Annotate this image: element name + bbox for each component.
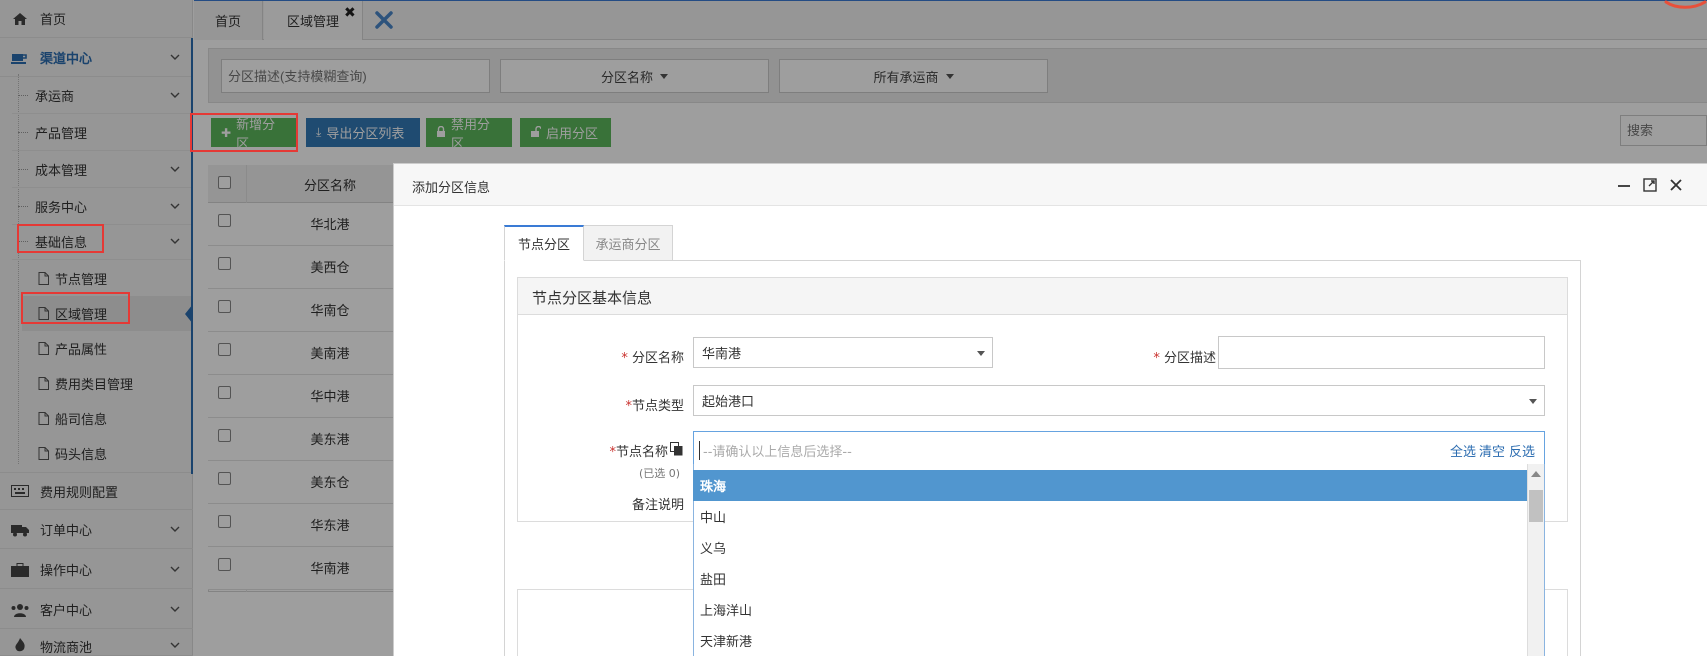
selected-count: (已选 0) [639,467,681,480]
scroll-up-arrow-icon[interactable] [1531,471,1541,477]
option-item[interactable]: 中山 [693,501,1527,532]
panel-title: 节点分区基本信息 [532,289,653,307]
maximize-icon[interactable] [1642,177,1658,193]
node-type-value: 起始港口 [702,395,755,410]
option-item[interactable]: 盐田 [693,563,1527,594]
annotation-stroke [1664,0,1707,9]
node-name-label-text: 节点名称 [615,445,668,460]
caret-down-icon [1529,399,1537,404]
tab-carrier-zone[interactable]: 承运商分区 [583,225,673,261]
caret-down-icon [977,351,985,356]
node-name-label: *节点名称 [609,445,668,460]
zone-description-field[interactable] [1218,336,1545,369]
annotation-box-basic-info [17,224,104,253]
node-name-placeholder: --请确认以上信息后选择-- [699,441,852,460]
tab-node-zone[interactable]: 节点分区 [504,225,584,261]
tab-label: 承运商分区 [595,237,661,253]
zone-name-label: * 分区名称 [621,351,684,366]
option-item[interactable]: 珠海 [693,470,1527,501]
option-item[interactable]: 天津新港 [693,625,1527,656]
zone-description-label-text: 分区描述 [1163,351,1216,366]
zone-name-label-text: 分区名称 [631,351,684,366]
copy-icon[interactable] [670,442,683,456]
node-type-dropdown[interactable]: 起始港口 [693,385,1545,416]
basic-info-panel-header: 节点分区基本信息 [517,277,1568,315]
annotation-box-zone-management [21,292,130,324]
dialog-title: 添加分区信息 [412,181,491,196]
add-zone-dialog: 添加分区信息 节点分区 承运商分区 节点分区基本信息 * 分区名称 华南港 * … [393,163,1707,656]
remark-label: 备注说明 [631,498,684,513]
node-type-label: *节点类型 [625,399,684,414]
option-item[interactable]: 义乌 [693,532,1527,563]
minimize-icon[interactable] [1616,177,1632,193]
tab-label: 节点分区 [517,238,570,253]
select-all-link[interactable]: 全选 [1450,441,1476,460]
scrollbar-thumb[interactable] [1529,490,1543,522]
zone-name-dropdown[interactable]: 华南港 [693,337,993,368]
zone-name-value: 华南港 [702,347,742,362]
option-item[interactable]: 上海洋山 [693,594,1527,625]
clear-link[interactable]: 清空 [1479,441,1505,460]
close-icon[interactable] [1668,177,1684,193]
invert-selection-link[interactable]: 反选 [1509,441,1535,460]
zone-description-label: * 分区描述 [1153,351,1216,366]
node-type-label-text: 节点类型 [631,399,684,414]
dialog-header: 添加分区信息 [394,164,1707,206]
annotation-box-add-zone [190,113,298,152]
